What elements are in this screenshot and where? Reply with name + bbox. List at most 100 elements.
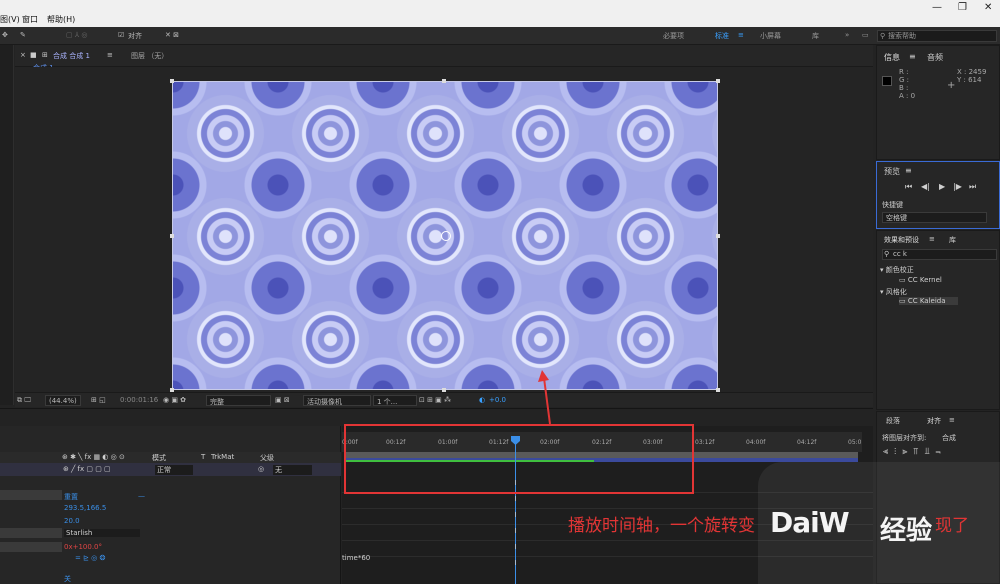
close-tab-icon[interactable]: × [20, 51, 26, 59]
category-color-correction[interactable]: ▾ 颜色校正 [880, 265, 914, 275]
switch-column-icons: ⊛ ✱ ╲ fx ▦ ◐ ◎ ⊙ [62, 453, 125, 461]
lock-icon[interactable]: ■ [30, 51, 37, 59]
tick-8: 04:00f [746, 439, 766, 446]
layer-handle-l[interactable] [170, 234, 174, 238]
snapshot-icon[interactable]: ◉ ▣ ✿ [163, 396, 186, 404]
menu-view[interactable]: 图(V) [0, 14, 20, 25]
expression-controls-icon[interactable]: = ⊵ ◎ ❂ [75, 554, 105, 562]
parent-pickwhip-icon[interactable]: ◎ [258, 465, 264, 473]
camera-dropdown[interactable]: 活动摄像机 [303, 395, 371, 406]
effects-menu-icon[interactable]: ≡ [929, 235, 935, 243]
help-search-input[interactable]: ⚲ 搜索帮助 [877, 30, 997, 42]
layer-row[interactable]: ⊛ ╱ fx ▢ ▢ ▢ 正常 ◎ 无 [0, 463, 341, 476]
off-value[interactable]: 关 [64, 574, 71, 584]
layer-handle-tl[interactable] [170, 79, 174, 83]
menu-window[interactable]: 窗口 [22, 14, 38, 25]
composition-tab[interactable]: 合成 合成 1 [53, 51, 90, 61]
align-to-label: 将图层对齐到: [882, 434, 927, 442]
menu-help[interactable]: 帮助(H) [47, 14, 75, 25]
layer-tab[interactable]: 图层 （无） [131, 51, 168, 61]
hand-tool-icon[interactable]: ✥ [2, 31, 8, 39]
workspace-essentials[interactable]: 必要项 [663, 31, 684, 41]
layer-mode-dropdown[interactable]: 正常 [155, 465, 193, 475]
parent-column-header[interactable]: 父级 [260, 453, 274, 463]
parent-dropdown[interactable]: 无 [273, 465, 312, 475]
shape-tool-icon[interactable]: ▢ ⅄ ◎ [66, 31, 87, 39]
effect-cc-kaleida[interactable]: ▭ CC Kaleida [899, 297, 958, 305]
color-swatch [882, 76, 892, 86]
mode-column-header[interactable]: 模式 [152, 453, 166, 463]
view-options-icon[interactable]: ⊡ ⊞ ▣ ⁂ [419, 396, 451, 404]
effects-search-input[interactable]: ⚲ cc k [882, 249, 997, 260]
align-checkbox[interactable]: ☑ [118, 31, 124, 39]
layer-handle-tr[interactable] [716, 79, 720, 83]
reset-link[interactable]: 重置 [64, 492, 78, 502]
align-tab[interactable]: 对齐 [927, 416, 941, 426]
rotation-value[interactable]: 0x+100.0° [64, 543, 102, 551]
keyframe-marker-icon[interactable]: I [512, 511, 519, 519]
timecode[interactable]: 0:00:01:16 [120, 396, 158, 404]
trkmat-column-header[interactable]: TrkMat [211, 453, 234, 461]
reset-dash: — [138, 492, 145, 500]
workspace-menu-icon[interactable]: ≡ [738, 31, 744, 39]
grid-icon[interactable]: ⊞ ◱ [91, 396, 106, 404]
size-value[interactable]: 20.0 [64, 517, 80, 525]
close-icon[interactable]: ✕ [984, 2, 992, 13]
info-r: R : [899, 68, 909, 76]
snap-icon[interactable]: ✕ ⊠ [165, 31, 179, 39]
effects-tab[interactable]: 效果和预设 [884, 235, 919, 245]
layer-switches-icon[interactable]: ⊛ ╱ fx ▢ ▢ ▢ [63, 465, 111, 473]
pin-tool-icon[interactable]: ✎ [20, 31, 26, 39]
align-buttons-icon[interactable]: ⫷⫶⫸⫪⫫⫬ [883, 447, 947, 457]
zoom-dropdown[interactable]: (44.4%) [45, 395, 81, 406]
maximize-icon[interactable]: ❐ [958, 2, 967, 13]
info-y: Y : 614 [957, 76, 982, 84]
first-frame-icon[interactable]: ⏮ [905, 182, 912, 192]
keyframe-marker-icon[interactable]: I [512, 543, 519, 551]
shape-dropdown[interactable]: Starlish [64, 529, 141, 537]
panel-menu-icon[interactable]: ≡ [107, 51, 113, 59]
exposure-value[interactable]: +0.0 [489, 396, 506, 404]
effect-cc-kernel[interactable]: ▭ CC Kernel [899, 276, 942, 284]
last-frame-icon[interactable]: ⏭ [969, 182, 976, 192]
keyframe-marker-icon[interactable]: I [512, 559, 519, 567]
views-dropdown[interactable]: 1 个... [373, 395, 417, 406]
expression-text[interactable]: time*60 [342, 554, 370, 562]
anchor-point-icon[interactable] [441, 231, 451, 241]
workspace-library[interactable]: 库 [812, 31, 819, 41]
audio-tab[interactable]: 音频 [927, 52, 943, 63]
panel-toggle-icon[interactable]: ▭ [862, 31, 869, 39]
play-icon[interactable]: ▶ [939, 182, 945, 191]
shape-property-bar [0, 528, 62, 538]
keyframe-marker-icon[interactable]: I [512, 495, 519, 503]
viewer-controls-bar: ⧉ 🖵 (44.4%) ⊞ ◱ 0:00:01:16 ◉ ▣ ✿ 完整 ▣ ⊠ … [15, 392, 873, 407]
watermark-cn: 经验 [880, 516, 933, 546]
preview-icon[interactable]: ⧉ 🖵 [17, 396, 31, 405]
shortcut-dropdown[interactable]: 空格键 [882, 212, 987, 223]
info-menu-icon[interactable]: ≡ [909, 52, 916, 61]
align-menu-icon[interactable]: ≡ [949, 416, 955, 424]
workspace-standard[interactable]: 标准 [715, 31, 729, 41]
info-tab[interactable]: 信息 [884, 52, 900, 63]
prev-frame-icon[interactable]: ◀| [921, 182, 930, 191]
exposure-icon[interactable]: ◐ [479, 396, 485, 404]
layer-handle-r[interactable] [716, 234, 720, 238]
more-workspaces-icon[interactable]: » [845, 31, 849, 39]
library-tab[interactable]: 库 [949, 235, 956, 245]
layer-handle-t[interactable] [442, 79, 446, 83]
minimize-icon[interactable]: — [932, 2, 942, 13]
next-frame-icon[interactable]: |▶ [953, 182, 962, 191]
category-stylize[interactable]: ▾ 风格化 [880, 287, 907, 297]
workspace-small-screen[interactable]: 小屏幕 [760, 31, 781, 41]
align-to-dropdown[interactable]: 合成 [942, 433, 956, 443]
center-value[interactable]: 293.5,166.5 [64, 504, 106, 512]
region-icon[interactable]: ▣ ⊠ [275, 396, 290, 404]
info-a: A : 0 [899, 92, 916, 100]
paragraph-tab[interactable]: 段落 [886, 416, 900, 426]
keyframe-marker-icon[interactable]: I [512, 527, 519, 535]
info-panel: 信息 ≡ 音频 R : G : B : A : 0 + X : 2459 Y :… [876, 45, 1000, 160]
t-column-header[interactable]: T [201, 453, 205, 461]
resolution-dropdown[interactable]: 完整 [206, 395, 271, 406]
effects-presets-panel: 效果和预设 ≡ 库 ⚲ cc k ▾ 颜色校正 ▭ CC Kernel ▾ 风格… [876, 230, 1000, 410]
preview-menu-icon[interactable]: ≡ [905, 166, 912, 175]
